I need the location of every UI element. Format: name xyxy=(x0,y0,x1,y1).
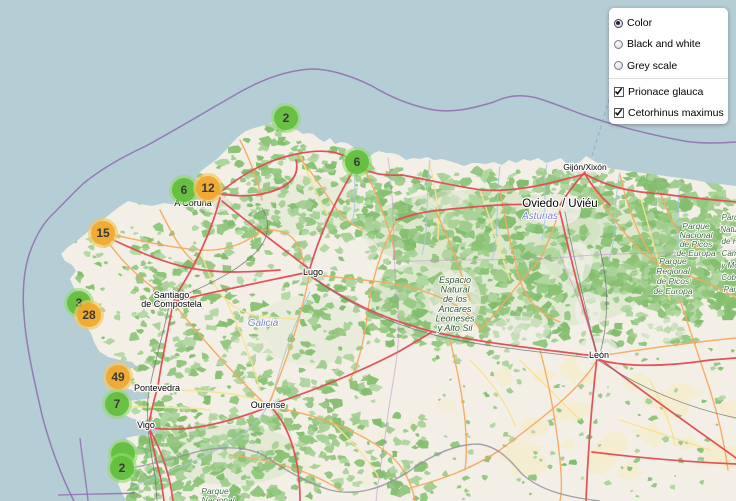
svg-text:28: 28 xyxy=(82,308,96,322)
svg-text:Regional: Regional xyxy=(656,266,691,276)
svg-text:Ancares: Ancares xyxy=(437,304,472,314)
svg-text:Parq: Parq xyxy=(722,213,736,222)
svg-text:49: 49 xyxy=(111,370,125,384)
svg-text:Natur: Natur xyxy=(720,225,736,234)
svg-text:Lugo: Lugo xyxy=(303,267,323,277)
svg-text:y Alto Sil: y Alto Sil xyxy=(437,323,474,333)
svg-text:de Picos: de Picos xyxy=(657,276,690,286)
svg-text:Nacional: Nacional xyxy=(201,495,235,501)
svg-text:Gijón/Xixón: Gijón/Xixón xyxy=(563,162,607,172)
svg-text:Par: Par xyxy=(724,285,736,294)
svg-text:2: 2 xyxy=(283,111,290,125)
svg-text:15: 15 xyxy=(96,226,110,240)
svg-text:Natural: Natural xyxy=(440,285,470,295)
svg-text:Oviedo / Uviéu: Oviedo / Uviéu xyxy=(522,198,597,210)
svg-text:Parque: Parque xyxy=(659,256,687,266)
svg-text:de Compostela: de Compostela xyxy=(141,299,202,309)
svg-text:Vigo: Vigo xyxy=(137,420,155,430)
svg-text:y Mo: y Mo xyxy=(720,261,736,270)
svg-text:2: 2 xyxy=(119,461,126,475)
svg-text:6: 6 xyxy=(354,155,361,169)
svg-text:Galicia: Galicia xyxy=(248,318,279,329)
svg-text:León: León xyxy=(589,350,609,360)
svg-text:12: 12 xyxy=(201,181,215,195)
svg-text:Ourense: Ourense xyxy=(251,400,286,410)
svg-text:Asturias: Asturias xyxy=(521,211,558,222)
svg-text:7: 7 xyxy=(114,397,121,411)
svg-text:Cam: Cam xyxy=(722,249,736,258)
svg-text:de Europa: de Europa xyxy=(653,286,692,296)
svg-text:de H: de H xyxy=(722,237,736,246)
svg-text:Cobr: Cobr xyxy=(721,273,736,282)
svg-text:Leoneses: Leoneses xyxy=(435,313,475,323)
svg-text:de los: de los xyxy=(443,294,468,304)
svg-text:6: 6 xyxy=(181,183,188,197)
svg-text:Pontevedra: Pontevedra xyxy=(134,383,180,393)
svg-text:Espacio: Espacio xyxy=(439,275,471,285)
